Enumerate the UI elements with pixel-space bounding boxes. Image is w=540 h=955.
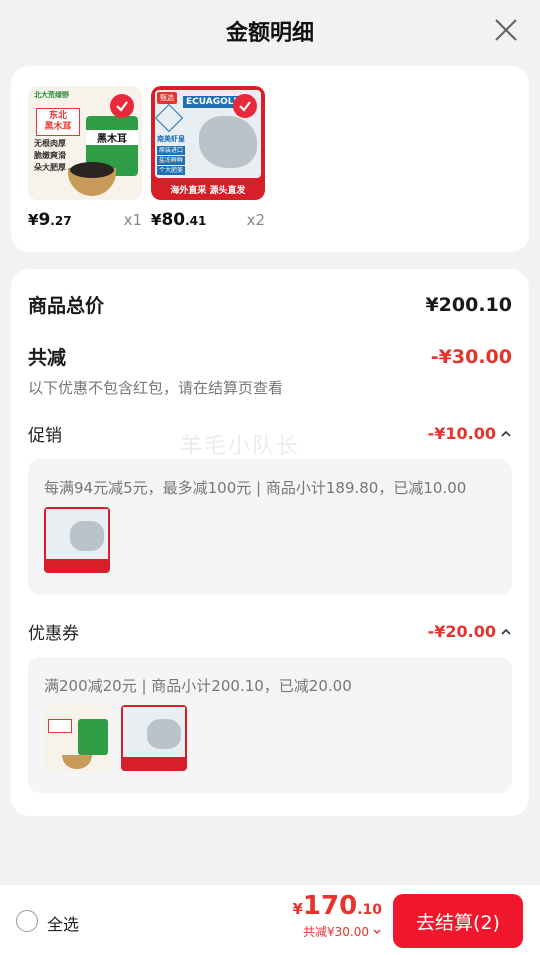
coupon-detail-box: 满200减20元 | 商品小计200.10，已减20.00 bbox=[28, 657, 512, 793]
promotion-product-thumb bbox=[44, 507, 110, 573]
dialog-header: 金额明细 bbox=[0, 0, 540, 62]
promotion-detail-text: 每满94元减5元，最多减100元 | 商品小计189.80，已减10.00 bbox=[44, 479, 467, 497]
product-price: ¥9.27 bbox=[28, 210, 72, 230]
product-item[interactable]: 甄选 南美虾皇 ECUAGOLD 原装进口 盐冻鲜鲜 个大肥美 海外直采 源头直… bbox=[151, 86, 265, 230]
region-badge: 东北 黑木耳 bbox=[36, 108, 80, 136]
coupon-value[interactable]: -¥20.00 bbox=[428, 622, 512, 641]
brand-label: 北大荒绿野 bbox=[34, 91, 69, 99]
dialog-title: 金额明细 bbox=[225, 21, 314, 46]
checkout-button[interactable]: 去结算(2) bbox=[393, 894, 523, 948]
product-item[interactable]: 北大荒绿野 东北 黑木耳 无根肉厚 脆嫩爽滑 朵大肥厚 黑木耳 ¥9.27 x1 bbox=[28, 86, 142, 230]
chevron-up-icon bbox=[501, 430, 511, 437]
total-discount-value: -¥30.00 bbox=[430, 345, 512, 368]
total-price-label: 商品总价 bbox=[28, 295, 105, 317]
shrimp-banner: 海外直采 源头直发 bbox=[170, 186, 246, 196]
select-all-radio[interactable] bbox=[16, 910, 38, 932]
shrimp-graphic bbox=[199, 116, 257, 168]
price-row: ¥80.41 x2 bbox=[151, 210, 265, 230]
total-price-value: ¥200.10 bbox=[425, 293, 512, 316]
selected-check-icon[interactable] bbox=[110, 94, 134, 118]
final-amount: ¥170.10 bbox=[292, 891, 382, 921]
price-row: ¥9.27 x1 bbox=[28, 210, 142, 230]
product-features: 无根肉厚 脆嫩爽滑 朵大肥厚 bbox=[34, 139, 66, 172]
discount-hint: 以下优惠不包含红包，请在结算页查看 bbox=[28, 379, 284, 397]
coupon-row[interactable]: 优惠券 -¥20.00 bbox=[28, 619, 512, 644]
coupon-label: 优惠券 bbox=[28, 624, 79, 644]
close-icon[interactable] bbox=[492, 16, 520, 44]
discount-summary[interactable]: 共减¥30.00 bbox=[292, 923, 382, 940]
checkout-bar: 全选 ¥170.10 共减¥30.00 去结算(2) bbox=[0, 885, 540, 955]
chevron-down-icon bbox=[373, 929, 381, 934]
promotion-label: 促销 bbox=[28, 426, 62, 446]
fungus-graphic bbox=[70, 162, 114, 178]
promotion-value[interactable]: -¥10.00 bbox=[428, 424, 512, 443]
coupon-product-thumb-shrimp bbox=[121, 705, 187, 771]
select-all-label[interactable]: 全选 bbox=[47, 911, 79, 935]
price-detail-card: 商品总价 ¥200.10 共减 -¥30.00 以下优惠不包含红包，请在结算页查… bbox=[11, 269, 529, 816]
total-discount-row: 共减 -¥30.00 bbox=[28, 343, 512, 370]
product-image-shrimp[interactable]: 甄选 南美虾皇 ECUAGOLD 原装进口 盐冻鲜鲜 个大肥美 海外直采 源头直… bbox=[151, 86, 265, 200]
chevron-up-icon bbox=[501, 628, 511, 635]
product-qty: x1 bbox=[123, 211, 142, 229]
coupon-detail-text: 满200减20元 | 商品小计200.10，已减20.00 bbox=[44, 677, 352, 695]
watermark: 羊毛小队长 bbox=[180, 434, 301, 459]
total-summary: ¥170.10 共减¥30.00 bbox=[292, 891, 382, 940]
shrimp-features: 原装进口 盐冻鲜鲜 个大肥美 bbox=[157, 146, 186, 175]
total-price-row: 商品总价 ¥200.10 bbox=[28, 291, 512, 318]
shrimp-logo-icon bbox=[154, 103, 184, 133]
products-card: 北大荒绿野 东北 黑木耳 无根肉厚 脆嫩爽滑 朵大肥厚 黑木耳 ¥9.27 x1 bbox=[11, 66, 529, 252]
product-qty: x2 bbox=[246, 211, 265, 229]
promotion-detail-box: 每满94元减5元，最多减100元 | 商品小计189.80，已减10.00 bbox=[28, 459, 512, 595]
product-image-fungus[interactable]: 北大荒绿野 东北 黑木耳 无根肉厚 脆嫩爽滑 朵大肥厚 黑木耳 bbox=[28, 86, 142, 200]
total-discount-label: 共减 bbox=[28, 347, 67, 369]
coupon-product-thumb-fungus bbox=[44, 705, 110, 771]
product-price: ¥80.41 bbox=[151, 210, 207, 230]
selected-check-icon[interactable] bbox=[233, 94, 257, 118]
